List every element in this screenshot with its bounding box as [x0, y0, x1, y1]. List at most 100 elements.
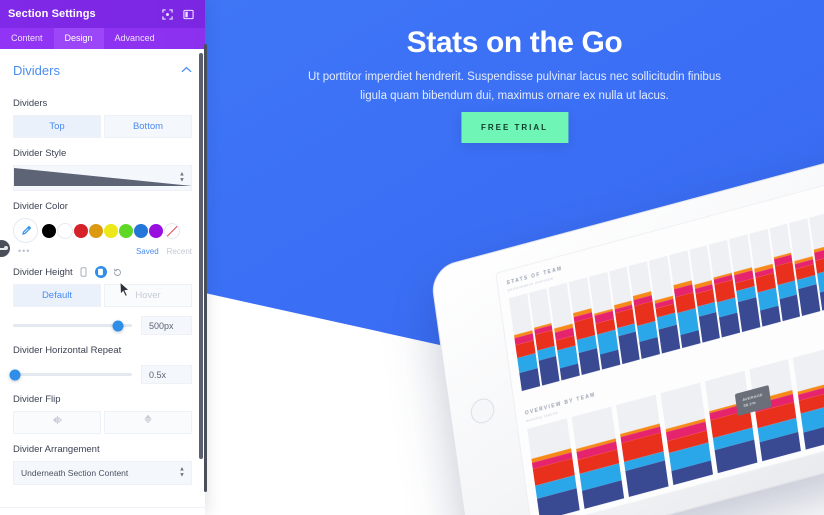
chart-bar-track — [789, 218, 813, 261]
panel-scroll-area: Dividers Dividers Top Bottom Divider Sty… — [0, 49, 205, 515]
chart-bar — [615, 394, 669, 498]
swatch-blue[interactable] — [134, 223, 148, 238]
color-picker-icon[interactable] — [13, 218, 38, 243]
chart-bar-track — [709, 239, 732, 278]
divider-height-default-button[interactable]: Default — [13, 284, 101, 307]
label-divider-flip: Divider Flip — [13, 394, 61, 405]
label-divider-repeat: Divider Horizontal Repeat — [13, 345, 122, 356]
responsive-icons — [78, 266, 124, 278]
recent-colors-link[interactable]: Recent — [167, 247, 192, 256]
chart-bar-track — [568, 277, 592, 314]
chart-bar-segment — [719, 312, 741, 338]
saved-colors-link[interactable]: Saved — [136, 247, 159, 256]
chart-bar-track — [809, 212, 824, 250]
expand-collapse-icon[interactable] — [159, 6, 176, 23]
section-settings-panel: Section Settings Content Design Advanced — [0, 0, 205, 515]
chart-bar — [527, 418, 580, 515]
swatch-red[interactable] — [74, 223, 88, 238]
divider-height-slider[interactable] — [13, 320, 132, 331]
divider-height-state-group: Default Hover — [13, 284, 192, 307]
chart-bar-track — [689, 245, 713, 285]
free-trial-button[interactable]: FREE TRIAL — [460, 112, 569, 143]
chart-bar-track — [588, 272, 613, 314]
swatch-purple[interactable] — [149, 223, 163, 238]
label-divider-height: Divider Height — [13, 266, 73, 278]
flip-vertical-icon[interactable] — [104, 411, 192, 434]
swatch-white[interactable] — [57, 222, 73, 239]
tab-content[interactable]: Content — [0, 28, 54, 49]
flip-horizontal-icon[interactable] — [13, 411, 101, 434]
chart-bar-segment — [658, 324, 681, 354]
chart-bar-segment — [538, 356, 560, 386]
chart-bar-track — [749, 229, 773, 269]
chart-bar — [704, 370, 758, 474]
divider-repeat-slider-row: 0.5x — [9, 365, 192, 384]
swatch-transparent[interactable] — [164, 222, 180, 239]
chart-bar-segment — [599, 349, 621, 370]
chart-bar-segment — [578, 348, 600, 375]
divider-repeat-slider[interactable] — [9, 369, 132, 380]
reset-icon[interactable] — [112, 266, 124, 278]
swatch-footer: ••• Saved Recent — [13, 246, 192, 256]
divider-height-hover-button[interactable]: Hover — [104, 284, 192, 307]
chart-bar-segment — [519, 367, 540, 391]
panel-body: Dividers Dividers Top Bottom Divider Sty… — [0, 49, 205, 515]
divider-position-group: Top Bottom — [13, 115, 192, 138]
chart-bar-track — [669, 250, 692, 286]
tab-design[interactable]: Design — [53, 28, 104, 49]
divider-arrangement-select[interactable]: Underneath Section Content ▲ ▼ — [13, 461, 192, 485]
more-colors-button[interactable]: ••• — [13, 246, 136, 256]
panel-title: Section Settings — [8, 8, 96, 20]
divider-repeat-input[interactable]: 0.5x — [141, 365, 192, 384]
chevron-up-icon — [181, 66, 192, 75]
section-header-sizing[interactable]: Sizing — [0, 508, 205, 515]
chart-bar-track — [508, 293, 533, 336]
panel-scrollbar[interactable] — [199, 53, 203, 459]
divider-position-bottom-button[interactable]: Bottom — [104, 115, 192, 138]
swatch-black[interactable] — [42, 223, 56, 238]
swatch-orange[interactable] — [89, 223, 103, 238]
app-root: Stats on the Go Ut porttitor imperdiet h… — [0, 0, 824, 515]
divider-height-slider-knob[interactable] — [112, 320, 124, 331]
layout-toggle-icon[interactable] — [180, 6, 197, 23]
section-title-dividers: Dividers — [13, 63, 60, 78]
chart-bar-segment — [779, 294, 801, 321]
chart-bar-segment — [639, 337, 661, 359]
arrangement-stepper-icon: ▲ ▼ — [179, 466, 185, 479]
divider-height-input[interactable]: 500px — [141, 316, 192, 335]
panel-header: Section Settings — [0, 0, 205, 28]
chart-bar-segment — [817, 268, 824, 294]
swatch-yellow[interactable] — [104, 223, 118, 238]
label-divider-height-row: Divider Height — [13, 266, 192, 278]
label-divider-color: Divider Color — [13, 201, 68, 212]
divider-position-top-button[interactable]: Top — [13, 115, 101, 138]
divider-arrangement-value: Underneath Section Content — [21, 468, 129, 478]
chart-bar-segment — [737, 297, 761, 332]
label-divider-arrangement: Divider Arrangement — [13, 444, 100, 455]
divider-style-select[interactable]: ▲ ▼ — [13, 165, 192, 191]
label-divider-style: Divider Style — [13, 148, 67, 159]
tablet-icon[interactable] — [94, 266, 107, 278]
divider-repeat-slider-knob[interactable] — [9, 369, 21, 380]
dividers-fields: Dividers Top Bottom Divider Style ▲ ▼ Di… — [0, 98, 205, 493]
swatch-green[interactable] — [119, 223, 133, 238]
divider-color-swatches — [13, 218, 192, 243]
chart-bar-track — [729, 234, 752, 273]
chart-bar — [571, 406, 625, 510]
chart-bar-track — [628, 261, 652, 297]
chart-bar-track — [528, 288, 552, 328]
phone-icon[interactable] — [78, 266, 90, 278]
select-stepper-icon: ▲ ▼ — [179, 171, 185, 184]
tab-advanced[interactable]: Advanced — [104, 28, 166, 49]
section-header-dividers[interactable]: Dividers — [0, 49, 205, 88]
panel-resize-bar[interactable] — [204, 44, 207, 492]
chart-bar-segment — [798, 283, 821, 316]
label-dividers: Dividers — [13, 98, 48, 109]
panel-tabs: Content Design Advanced — [0, 28, 205, 49]
chart-bar — [660, 382, 713, 486]
tablet-home-button-icon — [469, 395, 496, 427]
chart-bar-segment — [698, 312, 721, 343]
page-title: Stats on the Go — [406, 26, 623, 59]
divider-height-slider-row: 500px — [13, 316, 192, 335]
hero-subtitle: Ut porttitor imperdiet hendrerit. Suspen… — [308, 71, 721, 102]
